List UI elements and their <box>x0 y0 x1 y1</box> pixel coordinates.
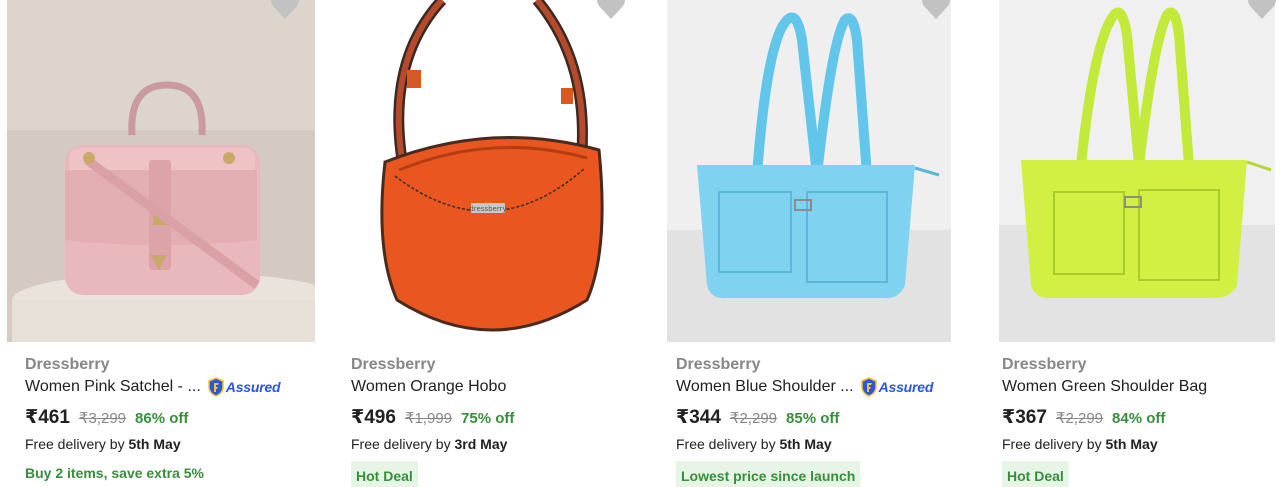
title-row[interactable]: Women Orange Hobo <box>351 376 641 398</box>
product-title[interactable]: Women Pink Satchel - ... <box>25 376 201 398</box>
product-info: Dressberry Women Green Shoulder Bag ₹367… <box>1002 354 1280 487</box>
assured-badge: Assured <box>207 376 281 398</box>
price-row: ₹496 ₹1,999 75% off <box>351 406 641 434</box>
deal-badge: Hot Deal <box>1002 461 1069 487</box>
heart-wishlist-icon[interactable] <box>921 0 951 20</box>
delivery-date: 5th May <box>779 436 832 452</box>
delivery-info: Free delivery by 3rd May <box>351 434 641 454</box>
product-card[interactable]: dressberry Dressberry Women Orange Hobo … <box>333 0 643 487</box>
price-row: ₹461 ₹3,299 86% off <box>25 406 315 434</box>
heart-wishlist-icon[interactable] <box>270 0 300 20</box>
assured-label: Assured <box>878 379 934 395</box>
green-shoulder-bag-image <box>999 0 1275 342</box>
product-image-pink-satchel[interactable] <box>7 0 315 342</box>
product-info: Dressberry Women Blue Shoulder ... Assur… <box>676 354 966 487</box>
product-image-green-shoulder[interactable] <box>999 0 1275 342</box>
assured-badge: Assured <box>860 376 934 398</box>
delivery-date: 5th May <box>128 436 181 452</box>
product-title[interactable]: Women Orange Hobo <box>351 376 506 398</box>
discount-percent: 84% off <box>1112 410 1166 427</box>
product-image-orange-hobo[interactable]: dressberry <box>347 0 635 342</box>
bundle-offer: Buy 2 items, save extra 5% <box>25 465 204 481</box>
orange-hobo-bag-image: dressberry <box>347 0 635 342</box>
brand-name: Dressberry <box>25 356 110 373</box>
heart-wishlist-icon[interactable] <box>596 0 626 20</box>
delivery-prefix: Free delivery by <box>1002 436 1102 452</box>
discount-percent: 75% off <box>461 410 515 427</box>
discount-percent: 86% off <box>135 410 189 427</box>
delivery-date: 5th May <box>1105 436 1158 452</box>
original-price: ₹2,299 <box>729 410 778 427</box>
product-title[interactable]: Women Green Shoulder Bag <box>1002 376 1207 398</box>
discount-percent: 85% off <box>786 410 840 427</box>
bag-logo-label: dressberry <box>469 205 506 213</box>
delivery-info: Free delivery by 5th May <box>25 434 315 454</box>
assured-shield-icon <box>860 377 877 397</box>
product-title[interactable]: Women Blue Shoulder ... <box>676 376 854 398</box>
product-info: Dressberry Women Pink Satchel - ... Assu… <box>25 354 315 483</box>
blue-shoulder-bag-image <box>667 0 951 342</box>
original-price: ₹1,999 <box>404 410 453 427</box>
delivery-prefix: Free delivery by <box>676 436 776 452</box>
delivery-date: 3rd May <box>454 436 508 452</box>
title-row[interactable]: Women Pink Satchel - ... Assured <box>25 376 315 398</box>
heart-wishlist-icon[interactable] <box>1247 0 1277 20</box>
pink-satchel-bag-image <box>7 0 315 342</box>
assured-label: Assured <box>225 379 281 395</box>
price-row: ₹367 ₹2,299 84% off <box>1002 406 1280 434</box>
delivery-prefix: Free delivery by <box>351 436 451 452</box>
brand-name: Dressberry <box>1002 356 1087 373</box>
deal-badge: Lowest price since launch <box>676 461 861 487</box>
brand-name: Dressberry <box>351 356 436 373</box>
product-info: Dressberry Women Orange Hobo ₹496 ₹1,999… <box>351 354 641 487</box>
product-card[interactable]: Dressberry Women Blue Shoulder ... Assur… <box>658 0 968 487</box>
delivery-prefix: Free delivery by <box>25 436 125 452</box>
delivery-info: Free delivery by 5th May <box>676 434 966 454</box>
delivery-info: Free delivery by 5th May <box>1002 434 1280 454</box>
selling-price: ₹367 <box>1002 407 1047 428</box>
product-card[interactable]: Dressberry Women Pink Satchel - ... Assu… <box>7 0 317 487</box>
selling-price: ₹344 <box>676 407 721 428</box>
product-image-blue-shoulder[interactable] <box>667 0 951 342</box>
title-row[interactable]: Women Green Shoulder Bag <box>1002 376 1280 398</box>
selling-price: ₹496 <box>351 407 396 428</box>
title-row[interactable]: Women Blue Shoulder ... Assured <box>676 376 966 398</box>
assured-shield-icon <box>208 377 224 397</box>
selling-price: ₹461 <box>25 407 70 428</box>
original-price: ₹2,299 <box>1055 410 1104 427</box>
deal-badge: Hot Deal <box>351 461 418 487</box>
product-card[interactable]: Dressberry Women Green Shoulder Bag ₹367… <box>984 0 1280 487</box>
brand-name: Dressberry <box>676 356 761 373</box>
original-price: ₹3,299 <box>78 410 127 427</box>
price-row: ₹344 ₹2,299 85% off <box>676 406 966 434</box>
